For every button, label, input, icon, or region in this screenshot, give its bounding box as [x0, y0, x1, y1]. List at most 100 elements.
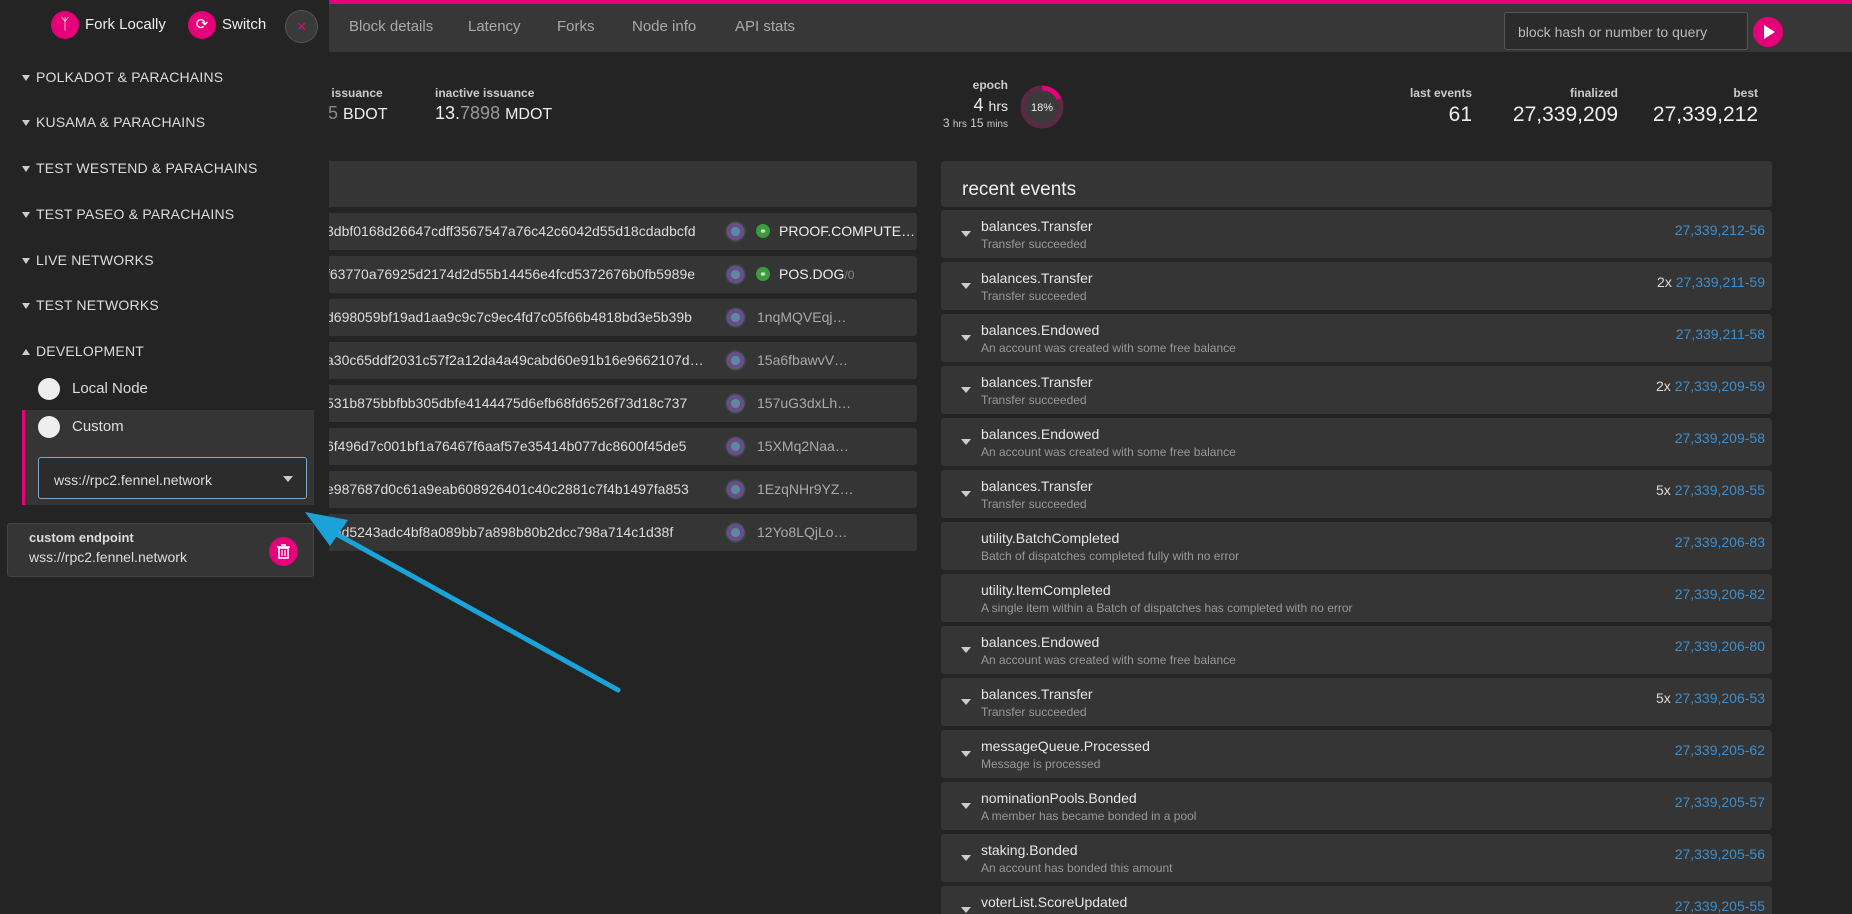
- event-row[interactable]: balances.Transfer Transfer succeeded 2x 27…: [941, 366, 1772, 414]
- custom-endpoint-label: custom endpoint: [29, 530, 134, 545]
- delete-endpoint-button[interactable]: [269, 537, 298, 566]
- radio-button[interactable]: [38, 416, 60, 438]
- event-block-link[interactable]: 27,339,212-56: [1675, 222, 1765, 238]
- block-row[interactable]: 531b875bbfbb305dbfe4144475d6efb68fd6526f…: [322, 385, 917, 422]
- event-block-link[interactable]: 2x 27,339,209-59: [1656, 378, 1765, 394]
- block-row[interactable]: 3dbf0168d26647cdff3567547a76c42c6042d55d…: [322, 213, 917, 250]
- switch-label: Switch: [222, 15, 267, 33]
- event-row[interactable]: voterList.ScoreUpdated 27,339,205-55: [941, 886, 1772, 914]
- node-local[interactable]: Local Node: [38, 378, 148, 400]
- block-row[interactable]: 6f496d7c001bf1a76467f6aaf57e35414b077dc8…: [322, 428, 917, 465]
- block-hash[interactable]: e987687d0c61a9eab608926401c40c2881c7f4b1…: [326, 481, 689, 497]
- event-block-link[interactable]: 27,339,205-56: [1675, 846, 1765, 862]
- switch-button[interactable]: ⟳ Switch: [188, 11, 266, 39]
- block-author[interactable]: 15a6fbawvV…: [757, 352, 848, 368]
- expand-caret-icon[interactable]: [961, 491, 971, 497]
- event-block-link[interactable]: 27,339,205-57: [1675, 794, 1765, 810]
- expand-caret-icon[interactable]: [961, 855, 971, 861]
- expand-caret-icon[interactable]: [961, 231, 971, 237]
- recent-events-header: recent events: [941, 161, 1772, 207]
- expand-caret-icon[interactable]: [961, 335, 971, 341]
- expand-caret-icon[interactable]: [961, 647, 971, 653]
- event-row[interactable]: balances.Transfer Transfer succeeded 5x 27…: [941, 470, 1772, 518]
- event-desc: An account has bonded this amount: [981, 861, 1173, 875]
- event-row[interactable]: balances.Endowed An account was created w…: [941, 418, 1772, 466]
- block-row[interactable]: f63770a76925d2174d2d55b14456e4fcd5372676…: [322, 256, 917, 293]
- event-row[interactable]: balances.Endowed An account was created w…: [941, 314, 1772, 362]
- block-hash[interactable]: 3dbf0168d26647cdff3567547a76c42c6042d55d…: [326, 223, 696, 239]
- block-author[interactable]: POS.DOG/0: [779, 266, 854, 282]
- group-westend[interactable]: TEST WESTEND & PARACHAINS: [22, 160, 258, 176]
- tab-latency[interactable]: Latency: [468, 18, 521, 35]
- event-block-link[interactable]: 27,339,205-62: [1675, 742, 1765, 758]
- finalized-stat: finalized 27,339,209: [1500, 86, 1618, 127]
- finalized-value: 27,339,209: [1512, 103, 1618, 126]
- event-row[interactable]: nominationPools.Bonded A member has becam…: [941, 782, 1772, 830]
- event-row[interactable]: balances.Transfer Transfer succeeded 27,3…: [941, 210, 1772, 258]
- block-row[interactable]: d698059bf19ad1aa9c9c7c9ec4fd7c05f66b4818…: [322, 299, 917, 336]
- block-author[interactable]: 12Yo8LQjLo…: [757, 524, 848, 540]
- block-row[interactable]: e987687d0c61a9eab608926401c40c2881c7f4b1…: [322, 471, 917, 508]
- event-block-link[interactable]: 2x 27,339,211-59: [1657, 274, 1765, 290]
- block-search-input[interactable]: block hash or number to query: [1504, 12, 1748, 50]
- block-author[interactable]: 15XMq2Naa…: [757, 438, 849, 454]
- expand-caret-icon[interactable]: [961, 283, 971, 289]
- block-hash[interactable]: f63770a76925d2174d2d55b14456e4fcd5372676…: [326, 266, 695, 282]
- close-sidebar-button[interactable]: ×: [285, 10, 318, 43]
- event-name: balances.Endowed: [981, 634, 1100, 650]
- caret-down-icon: [22, 303, 30, 310]
- event-row[interactable]: messageQueue.Processed Message is process…: [941, 730, 1772, 778]
- radio-button[interactable]: [38, 378, 60, 400]
- block-author[interactable]: 1nqMQVEqj…: [757, 309, 846, 325]
- block-hash[interactable]: 531b875bbfbb305dbfe4144475d6efb68fd6526f…: [326, 395, 687, 411]
- event-block-link[interactable]: 27,339,206-83: [1675, 534, 1765, 550]
- event-row[interactable]: staking.Bonded An account has bonded this…: [941, 834, 1772, 882]
- event-row[interactable]: balances.Transfer Transfer succeeded 5x 27…: [941, 678, 1772, 726]
- event-row[interactable]: balances.Endowed An account was created w…: [941, 626, 1772, 674]
- fork-locally-button[interactable]: ᛉ Fork Locally: [51, 11, 166, 39]
- tab-block-details[interactable]: Block details: [349, 18, 433, 35]
- event-block-link[interactable]: 27,339,205-55: [1675, 898, 1765, 914]
- group-paseo[interactable]: TEST PASEO & PARACHAINS: [22, 206, 234, 222]
- search-go-button[interactable]: [1753, 17, 1783, 47]
- expand-caret-icon[interactable]: [961, 387, 971, 393]
- event-block-link[interactable]: 5x 27,339,206-53: [1656, 690, 1765, 706]
- tab-api-stats[interactable]: API stats: [735, 18, 795, 35]
- epoch-hours: 4: [973, 95, 984, 115]
- event-desc: An account was created with some free ba…: [981, 341, 1236, 355]
- expand-caret-icon[interactable]: [961, 907, 971, 913]
- expand-caret-icon[interactable]: [961, 803, 971, 809]
- custom-endpoint-url: wss://rpc2.fennel.network: [29, 549, 187, 565]
- block-row[interactable]: a30c65ddf2031c57f2a12da4a49cabd60e91b16e…: [322, 342, 917, 379]
- block-hash[interactable]: 5dd5243adc4bf8a089bb7a898b80b2dcc798a714…: [326, 524, 673, 540]
- event-block-link[interactable]: 27,339,206-80: [1675, 638, 1765, 654]
- block-author[interactable]: 157uG3dxLh…: [757, 395, 851, 411]
- event-block-link[interactable]: 27,339,209-58: [1675, 430, 1765, 446]
- epoch-progress-ring: 18%: [1020, 85, 1064, 129]
- node-custom[interactable]: Custom: [38, 416, 124, 438]
- block-hash[interactable]: 6f496d7c001bf1a76467f6aaf57e35414b077dc8…: [326, 438, 686, 454]
- event-name: balances.Endowed: [981, 322, 1100, 338]
- block-row[interactable]: 5dd5243adc4bf8a089bb7a898b80b2dcc798a714…: [322, 514, 917, 551]
- tab-forks[interactable]: Forks: [557, 18, 595, 35]
- expand-caret-icon[interactable]: [961, 751, 971, 757]
- block-author[interactable]: PROOF.COMPUTE…: [779, 223, 915, 239]
- block-hash[interactable]: d698059bf19ad1aa9c9c7c9ec4fd7c05f66b4818…: [326, 309, 692, 325]
- custom-endpoint-card: custom endpoint wss://rpc2.fennel.networ…: [7, 523, 314, 577]
- expand-caret-icon[interactable]: [961, 439, 971, 445]
- event-block-link[interactable]: 27,339,206-82: [1675, 586, 1765, 602]
- group-kusama[interactable]: KUSAMA & PARACHAINS: [22, 114, 205, 130]
- tab-node-info[interactable]: Node info: [632, 18, 696, 35]
- event-row[interactable]: balances.Transfer Transfer succeeded 2x 27…: [941, 262, 1772, 310]
- block-author[interactable]: 1EzqNHr9YZ…: [757, 481, 853, 497]
- expand-caret-icon[interactable]: [961, 699, 971, 705]
- event-block-link[interactable]: 27,339,211-58: [1676, 326, 1765, 342]
- group-test-networks[interactable]: TEST NETWORKS: [22, 297, 159, 313]
- custom-endpoint-select[interactable]: wss://rpc2.fennel.network: [38, 457, 307, 499]
- event-block-link[interactable]: 5x 27,339,208-55: [1656, 482, 1765, 498]
- event-name: balances.Transfer: [981, 270, 1093, 286]
- group-polkadot[interactable]: POLKADOT & PARACHAINS: [22, 69, 223, 85]
- group-live-networks[interactable]: LIVE NETWORKS: [22, 252, 154, 268]
- group-development[interactable]: DEVELOPMENT: [22, 343, 144, 359]
- block-hash[interactable]: a30c65ddf2031c57f2a12da4a49cabd60e91b16e…: [326, 352, 704, 368]
